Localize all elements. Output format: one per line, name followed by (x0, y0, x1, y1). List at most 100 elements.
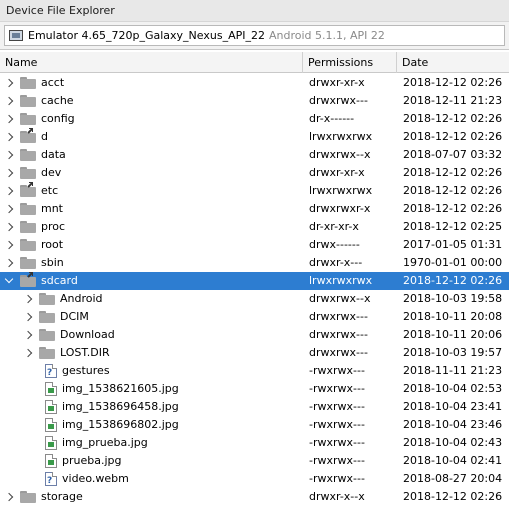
expand-arrow-icon[interactable] (4, 110, 14, 128)
tree-row-gestures[interactable]: gestures -rwxrwx--- 2018-11-11 21:23 (0, 362, 509, 382)
expand-arrow-icon[interactable] (4, 218, 14, 236)
tree-row-storage[interactable]: storage drwxr-x--x 2018-12-12 02:26 (0, 488, 509, 506)
file-name: sbin (41, 256, 64, 269)
tree-row-sdcard[interactable]: sdcard lrwxrwxrwx 2018-12-12 02:26 (0, 272, 509, 290)
date: 2018-12-12 02:26 (403, 112, 503, 125)
tree-row-video-webm[interactable]: video.webm -rwxrwx--- 2018-08-27 20:04 (0, 470, 509, 490)
permissions: drwx------ (309, 238, 360, 251)
expand-arrow-icon[interactable] (4, 488, 14, 506)
file-name: sdcard (41, 274, 78, 287)
date: 2018-10-04 02:43 (403, 436, 503, 449)
folder-icon (39, 293, 55, 305)
image-file-icon (45, 418, 57, 432)
tree-row-img-1538696802[interactable]: img_1538696802.jpg -rwxrwx--- 2018-10-04… (0, 416, 509, 434)
expand-arrow-icon[interactable] (23, 344, 33, 362)
permissions: drwxrwx--- (309, 346, 368, 359)
file-name: Download (60, 328, 115, 341)
permissions: drwxr-x--x (309, 490, 365, 503)
tree-row-android[interactable]: Android drwxrwx--x 2018-10-03 19:58 (0, 290, 509, 308)
symlink-arrow-icon (26, 181, 34, 189)
tree-row-img-1538621605[interactable]: img_1538621605.jpg -rwxrwx--- 2018-10-04… (0, 380, 509, 398)
permissions: lrwxrwxrwx (309, 274, 373, 287)
tree-row-config[interactable]: config dr-x------ 2018-12-12 02:26 (0, 110, 509, 128)
symlink-arrow-icon (26, 127, 34, 135)
expand-arrow-icon[interactable] (23, 308, 33, 326)
tree-row-img-1538696458[interactable]: img_1538696458.jpg -rwxrwx--- 2018-10-04… (0, 398, 509, 416)
tree-row-etc[interactable]: etc lrwxrwxrwx 2018-12-12 02:26 (0, 182, 509, 200)
date: 2018-11-11 21:23 (403, 364, 503, 377)
date: 2018-12-12 02:26 (403, 274, 503, 287)
image-file-icon (45, 382, 57, 396)
file-name: img_1538696458.jpg (62, 400, 179, 413)
column-header-date[interactable]: Date (397, 52, 509, 73)
file-name: config (41, 112, 75, 125)
file-name: etc (41, 184, 59, 197)
tree-row-dev[interactable]: dev drwxr-xr-x 2018-12-12 02:26 (0, 164, 509, 182)
permissions: drwxrwxr-x (309, 202, 371, 215)
permissions: dr-xr-xr-x (309, 220, 359, 233)
file-name: img_1538621605.jpg (62, 382, 179, 395)
folder-icon (20, 167, 36, 179)
folder-link-icon (20, 182, 36, 197)
date: 2018-10-03 19:58 (403, 292, 503, 305)
symlink-arrow-icon (26, 271, 34, 279)
expand-arrow-icon[interactable] (4, 146, 14, 164)
file-name: img_prueba.jpg (62, 436, 148, 449)
expand-arrow-icon[interactable] (4, 182, 14, 200)
file-name: root (41, 238, 64, 251)
expand-arrow-icon[interactable] (4, 254, 14, 272)
file-name: Android (60, 292, 103, 305)
tree-row-d[interactable]: d lrwxrwxrwx 2018-12-12 02:26 (0, 128, 509, 146)
tree-row-dcim[interactable]: DCIM drwxrwx--- 2018-10-11 20:08 (0, 308, 509, 326)
expand-arrow-icon[interactable] (23, 290, 33, 308)
permissions: drwxr-x--- (309, 256, 363, 269)
device-selector[interactable]: Emulator 4.65_720p_Galaxy_Nexus_API_22 A… (4, 25, 505, 46)
expand-arrow-icon[interactable] (4, 164, 14, 182)
tree-row-mnt[interactable]: mnt drwxrwxr-x 2018-12-12 02:26 (0, 200, 509, 218)
collapse-arrow-icon[interactable] (4, 272, 14, 290)
expand-arrow-icon[interactable] (4, 92, 14, 110)
tree-row-sbin[interactable]: sbin drwxr-x--- 1970-01-01 00:00 (0, 254, 509, 272)
device-name: Emulator 4.65_720p_Galaxy_Nexus_API_22 (28, 29, 265, 42)
tree-row-proc[interactable]: proc dr-xr-xr-x 2018-12-12 02:25 (0, 218, 509, 236)
file-name: DCIM (60, 310, 89, 323)
folder-icon (20, 203, 36, 215)
expand-arrow-icon[interactable] (4, 200, 14, 218)
permissions: drwxr-xr-x (309, 166, 365, 179)
table-header: Name Permissions Date (0, 52, 509, 73)
expand-arrow-icon[interactable] (4, 128, 14, 146)
date: 2018-12-12 02:26 (403, 490, 503, 503)
file-tree: acct drwxr-xr-x 2018-12-12 02:26 cache d… (0, 74, 509, 514)
date: 2018-10-03 19:57 (403, 346, 503, 359)
tree-row-cache[interactable]: cache drwxrwx--- 2018-12-11 21:23 (0, 92, 509, 110)
folder-icon (39, 311, 55, 323)
folder-icon (20, 113, 36, 125)
date: 2018-10-11 20:06 (403, 328, 503, 341)
unknown-file-icon (45, 472, 57, 490)
permissions: -rwxrwx--- (309, 472, 365, 485)
expand-arrow-icon[interactable] (4, 74, 14, 92)
permissions: lrwxrwxrwx (309, 184, 373, 197)
permissions: drwxrwx--x (309, 148, 371, 161)
column-header-name[interactable]: Name (0, 52, 303, 73)
expand-arrow-icon[interactable] (23, 326, 33, 344)
tree-row-download[interactable]: Download drwxrwx--- 2018-10-11 20:06 (0, 326, 509, 344)
expand-arrow-icon[interactable] (4, 236, 14, 254)
folder-icon (20, 149, 36, 161)
date: 2018-12-12 02:26 (403, 202, 503, 215)
tree-row-prueba[interactable]: prueba.jpg -rwxrwx--- 2018-10-04 02:41 (0, 452, 509, 470)
file-name: data (41, 148, 66, 161)
tree-row-acct[interactable]: acct drwxr-xr-x 2018-12-12 02:26 (0, 74, 509, 92)
folder-icon (20, 491, 36, 503)
image-file-icon (45, 454, 57, 468)
folder-link-icon (20, 272, 36, 287)
tree-row-root[interactable]: root drwx------ 2017-01-05 01:31 (0, 236, 509, 254)
folder-icon (20, 257, 36, 269)
tree-row-lost-dir[interactable]: LOST.DIR drwxrwx--- 2018-10-03 19:57 (0, 344, 509, 362)
column-header-permissions[interactable]: Permissions (303, 52, 397, 73)
permissions: -rwxrwx--- (309, 400, 365, 413)
tree-row-img-prueba[interactable]: img_prueba.jpg -rwxrwx--- 2018-10-04 02:… (0, 434, 509, 452)
permissions: drwxrwx--- (309, 310, 368, 323)
tree-row-data[interactable]: data drwxrwx--x 2018-07-07 03:32 (0, 146, 509, 164)
date: 2017-01-05 01:31 (403, 238, 503, 251)
